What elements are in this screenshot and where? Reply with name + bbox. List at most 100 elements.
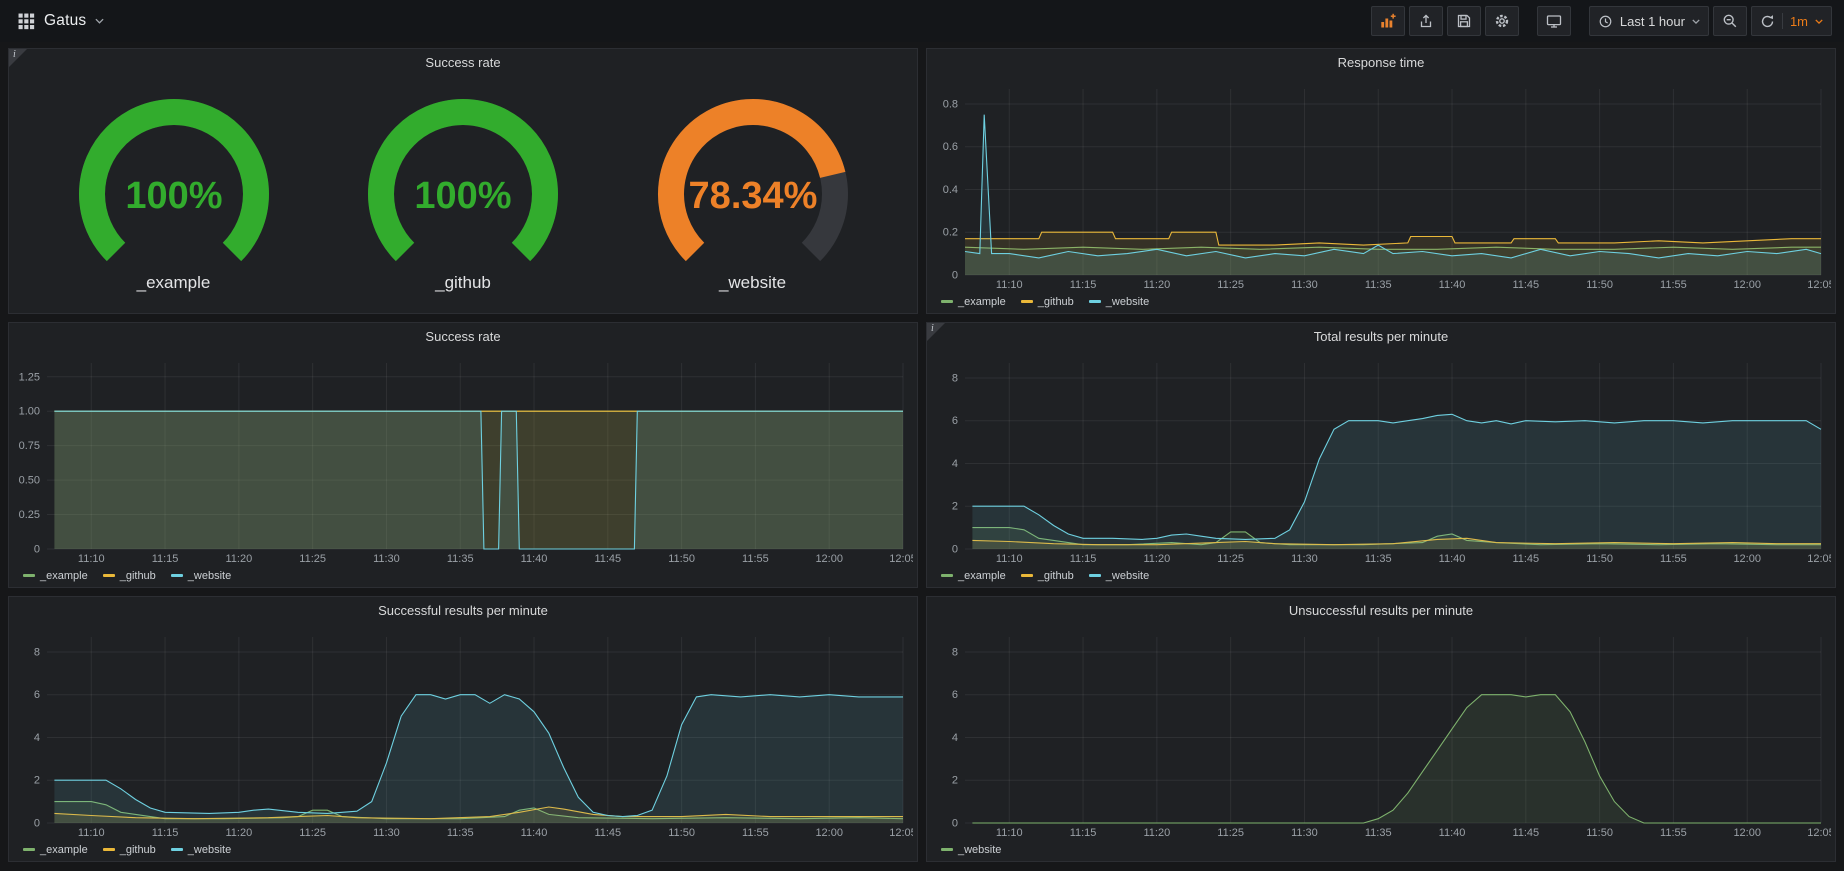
legend-item-_example[interactable]: _example [941,570,1006,582]
svg-text:11:30: 11:30 [1291,279,1318,291]
dashboard-grid: i Success rate 100%_example100%_github78… [0,42,1844,868]
svg-text:11:30: 11:30 [373,827,400,839]
panel-info-icon[interactable]: i [9,49,27,67]
svg-text:4: 4 [34,732,40,744]
time-range-picker[interactable]: Last 1 hour [1589,6,1709,36]
panel-title[interactable]: Unsuccessful results per minute [927,597,1835,624]
legend-item-_example[interactable]: _example [941,296,1006,308]
legend-series-label: _website [188,844,231,856]
panel-response-time: Response time 11:1011:1511:2011:2511:301… [926,48,1836,314]
svg-text:8: 8 [952,646,958,658]
legend-item-_website[interactable]: _website [171,570,231,582]
svg-text:11:10: 11:10 [78,827,105,839]
legend-series-label: _github [1038,570,1074,582]
svg-text:11:10: 11:10 [996,279,1023,291]
legend-series-marker [1089,574,1101,577]
legend-series-label: _github [120,844,156,856]
svg-text:11:55: 11:55 [1660,553,1687,565]
legend-item-_github[interactable]: _github [1021,570,1074,582]
share-dashboard-button[interactable] [1409,6,1443,36]
legend-series-label: _website [958,844,1001,856]
legend-item-_website[interactable]: _website [1089,296,1149,308]
svg-text:11:10: 11:10 [996,827,1023,839]
svg-text:11:20: 11:20 [1144,553,1171,565]
legend: _example _github _website [931,567,1831,584]
panel-info-icon[interactable]: i [927,323,945,341]
svg-text:2: 2 [952,501,958,513]
panel-title[interactable]: Total results per minute [927,323,1835,350]
dashboard-settings-button[interactable] [1485,6,1519,36]
svg-text:12:00: 12:00 [1733,827,1761,839]
svg-text:11:25: 11:25 [1217,827,1244,839]
response-time-graph[interactable]: 11:1011:1511:2011:2511:3011:3511:4011:45… [931,80,1831,293]
svg-text:0: 0 [34,544,40,556]
panel-success-rate-graph: Success rate 11:1011:1511:2011:2511:3011… [8,322,918,588]
svg-text:11:30: 11:30 [1291,827,1318,839]
svg-text:11:45: 11:45 [594,553,621,565]
gauge-value: 100% [125,175,222,217]
legend-item-_website[interactable]: _website [1089,570,1149,582]
successful-results-graph[interactable]: 11:1011:1511:2011:2511:3011:3511:4011:45… [13,628,913,841]
svg-text:12:05: 12:05 [1807,279,1831,291]
panel-title[interactable]: Success rate [9,323,917,350]
panel-title-text: Success rate [425,329,500,344]
svg-text:11:35: 11:35 [447,553,474,565]
legend-item-_example[interactable]: _example [23,570,88,582]
gauge-group: 100%_example100%_github78.34%_website [9,76,917,313]
svg-text:12:05: 12:05 [889,553,913,565]
legend-item-_website[interactable]: _website [941,844,1001,856]
cycle-view-button[interactable] [1537,6,1571,36]
legend: _example _github _website [931,293,1831,310]
save-icon [1456,13,1472,29]
legend-series-marker [103,574,115,577]
svg-text:11:55: 11:55 [1660,279,1687,291]
svg-text:11:25: 11:25 [1217,279,1244,291]
zoom-out-button[interactable] [1713,6,1747,36]
svg-text:2: 2 [952,775,958,787]
svg-text:11:45: 11:45 [1512,827,1539,839]
svg-text:12:05: 12:05 [889,827,913,839]
total-results-graph[interactable]: 11:1011:1511:2011:2511:3011:3511:4011:45… [931,354,1831,567]
svg-text:11:45: 11:45 [594,827,621,839]
panel-title-text: Response time [1338,55,1425,70]
svg-text:1.00: 1.00 [19,406,40,418]
legend-item-_github[interactable]: _github [103,570,156,582]
dashboard-menu[interactable]: Gatus [12,8,110,34]
svg-text:11:35: 11:35 [447,827,474,839]
svg-text:11:45: 11:45 [1512,553,1539,565]
svg-text:11:20: 11:20 [1144,279,1171,291]
svg-text:8: 8 [34,646,40,658]
svg-text:11:50: 11:50 [1586,827,1613,839]
svg-text:11:25: 11:25 [299,827,326,839]
panel-title[interactable]: Success rate [9,49,917,76]
svg-text:4: 4 [952,458,958,470]
svg-text:11:10: 11:10 [996,553,1023,565]
svg-text:0: 0 [952,270,958,282]
svg-text:11:35: 11:35 [1365,279,1392,291]
caret-down-icon [95,18,104,24]
svg-text:6: 6 [952,415,958,427]
gauge-_example: 100%_example [49,96,299,293]
legend-item-_github[interactable]: _github [1021,296,1074,308]
cycle-view-monitor-icon [1546,13,1562,29]
gauge-arc: 78.34% [628,96,878,272]
success-rate-graph[interactable]: 11:1011:1511:2011:2511:3011:3511:4011:45… [13,354,913,567]
legend-series-marker [1089,300,1101,303]
refresh-button[interactable]: 1m [1751,6,1832,36]
add-panel-button[interactable] [1371,6,1405,36]
unsuccessful-results-graph[interactable]: 11:1011:1511:2011:2511:3011:3511:4011:45… [931,628,1831,841]
panel-title[interactable]: Successful results per minute [9,597,917,624]
caret-down-icon [1692,19,1700,24]
gauge-value: 100% [414,175,511,217]
save-dashboard-button[interactable] [1447,6,1481,36]
svg-text:11:15: 11:15 [152,553,179,565]
legend-series-marker [941,574,953,577]
legend-item-_website[interactable]: _website [171,844,231,856]
legend-item-_github[interactable]: _github [103,844,156,856]
legend-item-_example[interactable]: _example [23,844,88,856]
refresh-icon [1760,14,1775,29]
panel-title[interactable]: Response time [927,49,1835,76]
svg-text:11:40: 11:40 [1439,553,1466,565]
legend-series-marker [171,574,183,577]
panel-successful-results: Successful results per minute 11:1011:15… [8,596,918,862]
